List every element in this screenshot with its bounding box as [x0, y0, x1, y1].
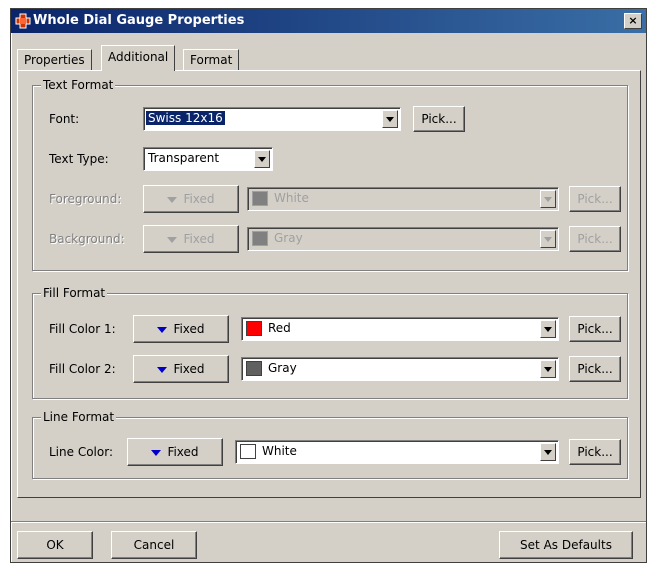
- fill-format-group: Fill Format Fill Color 1: Fixed Red Pick…: [32, 286, 628, 399]
- fill-color2-mode-button[interactable]: Fixed: [133, 355, 229, 383]
- fill-color1-mode-button[interactable]: Fixed: [133, 315, 229, 343]
- gauge-app-icon: [15, 13, 31, 29]
- background-color-value: Gray: [274, 231, 303, 245]
- line-color-select[interactable]: White: [235, 440, 559, 464]
- text-type-select[interactable]: Transparent: [143, 147, 273, 171]
- foreground-pick-button[interactable]: Pick...: [569, 186, 621, 212]
- background-color-select[interactable]: Gray: [247, 227, 559, 251]
- line-color-label: Line Color:: [49, 445, 113, 459]
- font-value: Swiss 12x16: [146, 111, 225, 125]
- fill-color1-pick-button[interactable]: Pick...: [569, 316, 621, 342]
- tab-panel-additional: Text Format Font: Swiss 12x16 Pick... Te…: [17, 70, 641, 498]
- fill-color1-value: Red: [268, 321, 291, 335]
- font-label: Font:: [49, 112, 80, 126]
- font-select[interactable]: Swiss 12x16: [143, 107, 401, 131]
- dialog-window: Whole Dial Gauge Properties × Properties…: [10, 8, 647, 563]
- foreground-mode-button[interactable]: Fixed: [143, 185, 239, 213]
- line-color-pick-button[interactable]: Pick...: [569, 439, 621, 465]
- foreground-mode-label: Fixed: [183, 192, 215, 206]
- fill-format-title: Fill Format: [41, 286, 108, 300]
- ok-button[interactable]: OK: [17, 531, 93, 559]
- close-button[interactable]: ×: [624, 13, 642, 29]
- chevron-down-icon[interactable]: [382, 110, 398, 128]
- fill-color2-mode-label: Fixed: [173, 362, 205, 376]
- footer-divider: [11, 521, 646, 523]
- triangle-down-icon: [157, 366, 168, 373]
- triangle-down-icon: [167, 196, 178, 203]
- set-as-defaults-button[interactable]: Set As Defaults: [499, 531, 633, 559]
- text-type-value: Transparent: [148, 151, 220, 165]
- text-format-title: Text Format: [41, 78, 116, 92]
- triangle-down-icon: [157, 326, 168, 333]
- color-swatch: [252, 191, 268, 206]
- cancel-button[interactable]: Cancel: [111, 531, 197, 559]
- color-swatch: [246, 321, 262, 336]
- text-format-group: Text Format Font: Swiss 12x16 Pick... Te…: [32, 78, 628, 271]
- title-bar[interactable]: Whole Dial Gauge Properties ×: [11, 9, 646, 33]
- background-mode-label: Fixed: [183, 232, 215, 246]
- color-swatch: [246, 361, 262, 376]
- foreground-label: Foreground:: [49, 192, 122, 206]
- background-mode-button[interactable]: Fixed: [143, 225, 239, 253]
- line-format-title: Line Format: [41, 410, 117, 424]
- fill-color1-select[interactable]: Red: [241, 317, 559, 341]
- chevron-down-icon[interactable]: [540, 360, 556, 378]
- fill-color2-value: Gray: [268, 361, 297, 375]
- line-color-value: White: [262, 444, 297, 458]
- color-swatch: [240, 444, 256, 459]
- fill-color1-label: Fill Color 1:: [49, 322, 116, 336]
- line-color-mode-label: Fixed: [167, 445, 199, 459]
- tab-additional[interactable]: Additional: [101, 45, 176, 71]
- triangle-down-icon: [151, 449, 162, 456]
- tab-properties[interactable]: Properties: [17, 49, 92, 70]
- tab-format[interactable]: Format: [183, 49, 240, 70]
- fill-color1-mode-label: Fixed: [173, 322, 205, 336]
- foreground-color-value: White: [274, 191, 309, 205]
- line-format-group: Line Format Line Color: Fixed White Pick…: [32, 410, 628, 479]
- color-swatch: [252, 231, 268, 246]
- text-type-label: Text Type:: [49, 152, 109, 166]
- triangle-down-icon: [167, 236, 178, 243]
- fill-color2-pick-button[interactable]: Pick...: [569, 356, 621, 382]
- chevron-down-icon[interactable]: [540, 230, 556, 248]
- background-pick-button[interactable]: Pick...: [569, 226, 621, 252]
- fill-color2-select[interactable]: Gray: [241, 357, 559, 381]
- background-label: Background:: [49, 232, 125, 246]
- chevron-down-icon[interactable]: [254, 150, 270, 168]
- window-title: Whole Dial Gauge Properties: [33, 13, 245, 28]
- font-pick-button[interactable]: Pick...: [413, 106, 465, 132]
- foreground-color-select[interactable]: White: [247, 187, 559, 211]
- chevron-down-icon[interactable]: [540, 443, 556, 461]
- chevron-down-icon[interactable]: [540, 190, 556, 208]
- line-color-mode-button[interactable]: Fixed: [127, 438, 223, 466]
- fill-color2-label: Fill Color 2:: [49, 362, 116, 376]
- chevron-down-icon[interactable]: [540, 320, 556, 338]
